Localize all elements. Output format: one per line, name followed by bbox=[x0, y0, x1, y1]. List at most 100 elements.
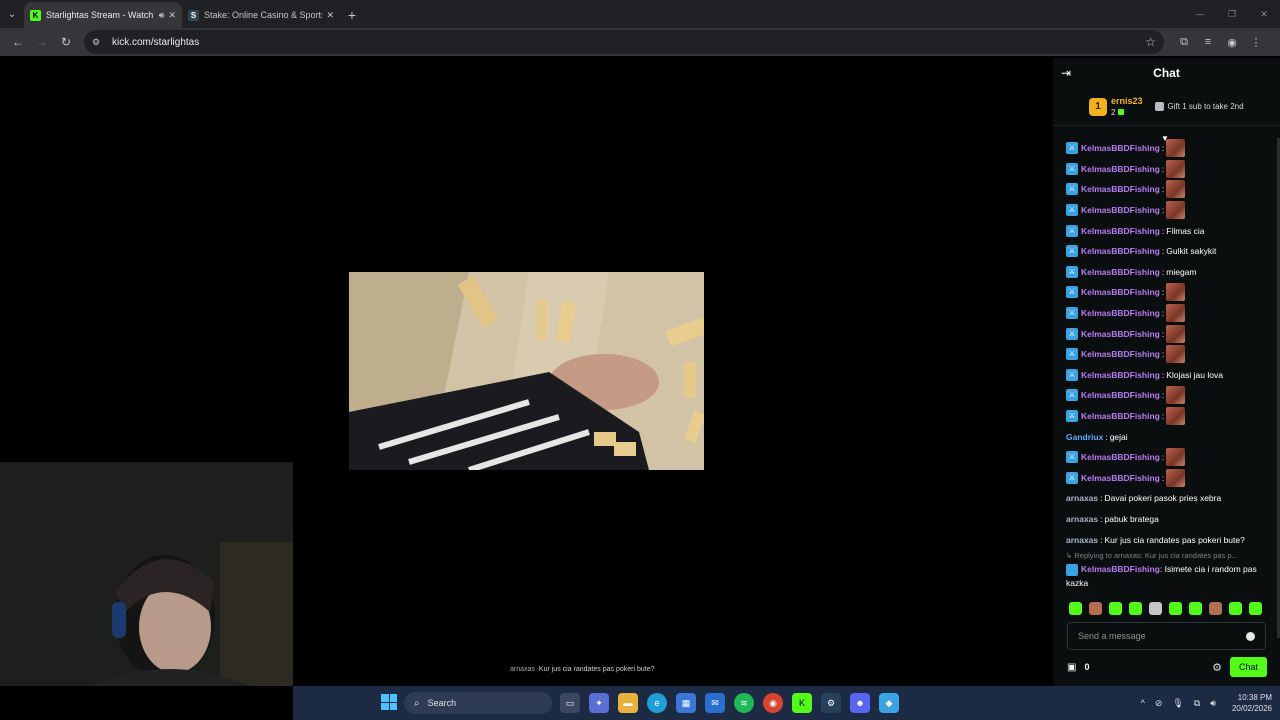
back-button[interactable]: ← bbox=[6, 30, 30, 54]
copilot-icon[interactable]: ✦ bbox=[589, 693, 609, 713]
chat-emote-icon[interactable] bbox=[1166, 159, 1186, 178]
rank-medal-icon: 1 bbox=[1089, 97, 1107, 116]
close-window-icon[interactable]: ✕ bbox=[1248, 0, 1280, 28]
file-explorer-icon[interactable]: ▬ bbox=[618, 693, 638, 713]
emoji-picker-icon[interactable] bbox=[1246, 631, 1255, 641]
extensions-icon[interactable]: ⧉ bbox=[1172, 30, 1196, 54]
chat-emote-icon[interactable] bbox=[1166, 324, 1186, 343]
emote-icon[interactable] bbox=[1069, 602, 1082, 615]
emote-icon[interactable] bbox=[1209, 602, 1222, 615]
taskbar-search[interactable]: ⌕ Search bbox=[404, 692, 552, 714]
menu-icon[interactable]: ⋮ bbox=[1244, 30, 1268, 54]
tray-overflow-icon[interactable]: ^ bbox=[1141, 698, 1145, 708]
send-chat-button[interactable]: Chat bbox=[1230, 657, 1267, 677]
emote-icon[interactable] bbox=[1149, 602, 1162, 615]
emote-icon[interactable] bbox=[1249, 602, 1262, 615]
chat-emote-icon[interactable] bbox=[1166, 345, 1186, 364]
chat-emote-icon[interactable] bbox=[1166, 386, 1186, 405]
mail-icon[interactable]: ✉ bbox=[705, 693, 725, 713]
chat-username[interactable]: KelmasBBDFishing bbox=[1081, 369, 1160, 381]
tray-app-icon[interactable]: ⊘ bbox=[1155, 698, 1163, 709]
chat-emote-icon[interactable] bbox=[1166, 201, 1186, 220]
maximize-icon[interactable]: ❐ bbox=[1216, 0, 1248, 28]
chat-settings-icon[interactable]: ⚙ bbox=[1212, 661, 1222, 674]
tab-stake[interactable]: S Stake: Online Casino & Sports B ✕ bbox=[182, 2, 340, 28]
chat-username[interactable]: arnaxas bbox=[1066, 534, 1098, 546]
points-count: 0 bbox=[1084, 662, 1090, 672]
edge-icon[interactable]: e bbox=[647, 693, 667, 713]
chat-username[interactable]: KelmasBBDFishing bbox=[1081, 225, 1160, 237]
tab-search-icon[interactable]: ⌄ bbox=[0, 0, 24, 28]
chat-text: pabuk bratega bbox=[1104, 513, 1159, 524]
chat-username[interactable]: KelmasBBDFishing bbox=[1081, 163, 1160, 175]
gift-leaderboard[interactable]: 1 ernis23 2 Gift 1 sub to take 2nd bbox=[1053, 88, 1280, 126]
emote-icon[interactable] bbox=[1189, 602, 1202, 615]
media-control-icon[interactable]: ≡ bbox=[1196, 30, 1220, 54]
kick-icon[interactable]: K bbox=[792, 693, 812, 713]
bookmark-star-icon[interactable]: ☆ bbox=[1145, 35, 1156, 49]
chat-username[interactable]: KelmasBBDFishing bbox=[1081, 451, 1160, 463]
chat-emote-icon[interactable] bbox=[1166, 448, 1186, 467]
chat-username[interactable]: KelmasBBDFishing bbox=[1081, 142, 1160, 154]
chat-username[interactable]: arnaxas bbox=[1066, 492, 1098, 504]
windows-start-icon[interactable] bbox=[381, 694, 397, 710]
chat-emote-icon[interactable] bbox=[1166, 139, 1186, 158]
tab-starlightas[interactable]: K Starlightas Stream - Watch Li 🔊︎ ✕ bbox=[24, 2, 182, 28]
chat-username[interactable]: arnaxas bbox=[1066, 513, 1098, 525]
chat-username[interactable]: KelmasBBDFishing bbox=[1081, 245, 1160, 257]
chat-username[interactable]: KelmasBBDFishing bbox=[1081, 286, 1160, 298]
chat-username[interactable]: KelmasBBDFishing bbox=[1081, 266, 1160, 278]
chat-text: Filmas cia bbox=[1166, 225, 1205, 236]
store-icon[interactable]: ▦ bbox=[676, 693, 696, 713]
forward-button[interactable]: → bbox=[30, 30, 54, 54]
chrome-icon[interactable]: ◉ bbox=[763, 693, 783, 713]
volume-icon[interactable]: 🔊︎ bbox=[1210, 698, 1216, 709]
moderator-badge-icon: ⚔ bbox=[1066, 162, 1078, 175]
chat-emote-icon[interactable] bbox=[1166, 304, 1186, 323]
discord-icon[interactable]: ☻ bbox=[850, 693, 870, 713]
chat-username[interactable]: KelmasBBDFishing bbox=[1081, 307, 1160, 319]
chat-username[interactable]: KelmasBBDFishing bbox=[1081, 183, 1160, 195]
taskbar-clock[interactable]: 10:38 PM 20/02/2026 bbox=[1232, 692, 1272, 714]
chat-emote-icon[interactable] bbox=[1166, 180, 1186, 199]
minimize-icon[interactable]: — bbox=[1184, 0, 1216, 28]
emote-icon[interactable] bbox=[1229, 602, 1242, 615]
app-icon[interactable]: ◆ bbox=[879, 693, 899, 713]
site-info-icon[interactable]: ⚙ bbox=[92, 36, 104, 48]
profile-icon[interactable]: ◉ bbox=[1220, 30, 1244, 54]
chat-emote-icon[interactable] bbox=[1166, 283, 1186, 302]
video-player[interactable]: arnaxas Kur jus cia randates pas pokeri b… bbox=[0, 58, 1053, 686]
network-icon[interactable]: ⧉ bbox=[1194, 698, 1200, 709]
new-tab-button[interactable]: + bbox=[340, 2, 364, 28]
gift-prompt[interactable]: Gift 1 sub to take 2nd bbox=[1154, 102, 1244, 111]
close-tab-icon[interactable]: ✕ bbox=[326, 10, 334, 21]
chat-username[interactable]: KelmasBBDFishing bbox=[1081, 348, 1160, 360]
microphone-icon[interactable]: 🎙︎ bbox=[1172, 698, 1183, 709]
emote-icon[interactable] bbox=[1089, 602, 1102, 615]
chat-input[interactable]: Send a message bbox=[1067, 622, 1266, 650]
task-view-icon[interactable]: ▭ bbox=[560, 693, 580, 713]
steam-icon[interactable]: ⚙ bbox=[821, 693, 841, 713]
speaker-icon[interactable]: 🔊︎ bbox=[159, 10, 165, 21]
chat-message: arnaxas: Kur jus cia randates pas pokeri… bbox=[1066, 529, 1280, 550]
chat-username[interactable]: Gandriux bbox=[1066, 431, 1103, 443]
close-tab-icon[interactable]: ✕ bbox=[168, 10, 176, 21]
store-icon[interactable]: ▣ bbox=[1067, 662, 1076, 673]
reload-button[interactable]: ↻ bbox=[54, 30, 78, 54]
emote-icon[interactable] bbox=[1109, 602, 1122, 615]
chat-emote-icon[interactable] bbox=[1166, 407, 1186, 426]
collapse-chat-icon[interactable]: ⇥ bbox=[1061, 66, 1071, 80]
spotify-icon[interactable]: ≋ bbox=[734, 693, 754, 713]
chat-username[interactable]: KelmasBBDFishing bbox=[1081, 328, 1160, 340]
moderator-badge-icon: ⚔ bbox=[1066, 142, 1078, 155]
chat-username[interactable]: KelmasBBDFishing bbox=[1081, 472, 1160, 484]
emote-icon[interactable] bbox=[1169, 602, 1182, 615]
address-bar[interactable]: ⚙ kick.com/starlightas ☆ bbox=[84, 30, 1164, 54]
chat-emote-icon[interactable] bbox=[1166, 468, 1186, 487]
chat-message: ⚔ KelmasBBDFishing: bbox=[1066, 179, 1280, 200]
chat-username[interactable]: KelmasBBDFishing bbox=[1081, 410, 1160, 422]
chat-username[interactable]: KelmasBBDFishing bbox=[1081, 204, 1160, 216]
chat-username[interactable]: KelmasBBDFishing bbox=[1081, 564, 1160, 574]
chat-username[interactable]: KelmasBBDFishing bbox=[1081, 389, 1160, 401]
emote-icon[interactable] bbox=[1129, 602, 1142, 615]
